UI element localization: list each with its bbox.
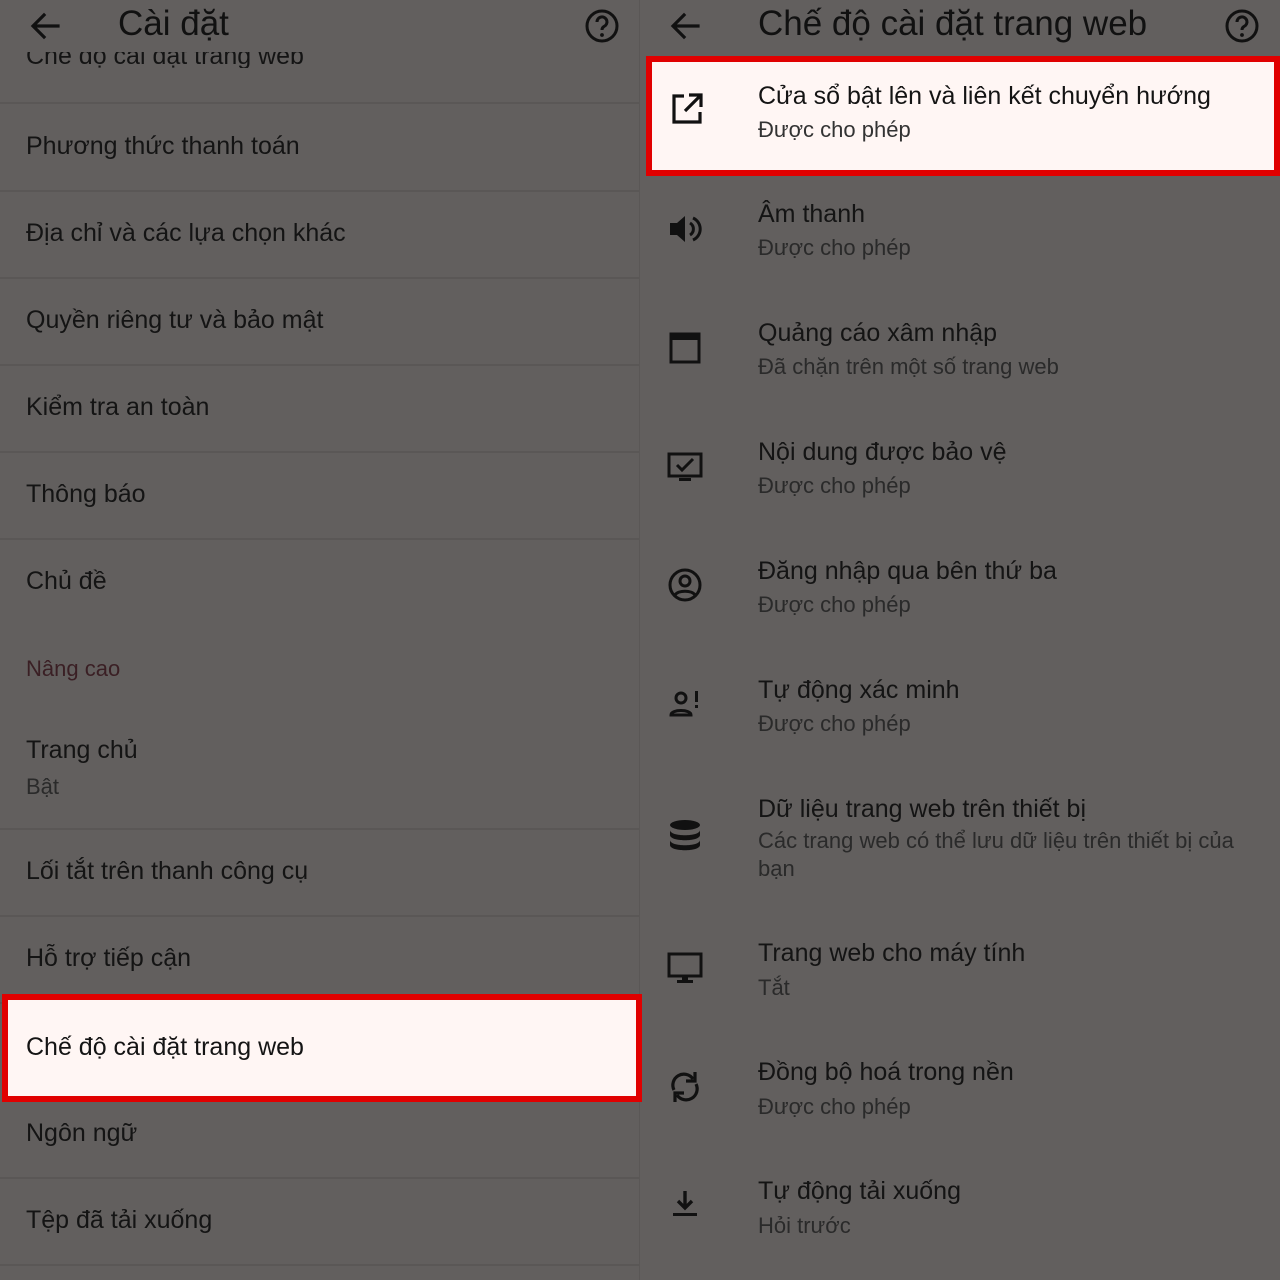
settings-item-payment[interactable]: Phương thức thanh toán (0, 105, 640, 192)
item-label: Phương thức thanh toán (26, 132, 300, 160)
site-setting-sound[interactable]: Âm thanh Được cho phép (640, 172, 1280, 290)
site-settings-toolbar: Chế độ cài đặt trang web (640, 0, 1280, 52)
partial-list-item: Chế độ cài đặt trang web (26, 52, 304, 68)
site-setting-third-party-signin[interactable]: Đăng nhập qua bên thứ ba Được cho phép (640, 529, 1280, 647)
page-title: Cài đặt (118, 4, 229, 43)
desktop-icon (667, 952, 703, 983)
item-sublabel: Bật (26, 774, 60, 799)
item-label: Quyền riêng tư và bảo mật (26, 306, 324, 334)
popups-redirects-label: Cửa sổ bật lên và liên kết chuyển hướng (758, 82, 1211, 110)
site-setting-auto-verify[interactable]: Tự động xác minh Được cho phép (640, 648, 1280, 766)
help-icon[interactable] (582, 6, 622, 46)
open-in-new-icon (672, 93, 703, 124)
item-label: Tự động xác minh (758, 676, 960, 704)
site-setting-auto-download[interactable]: Tự động tải xuống Hỏi trước (640, 1151, 1280, 1269)
item-label: Âm thanh (758, 200, 866, 228)
item-label: Tự động tải xuống (758, 1177, 961, 1205)
item-label: Ngôn ngữ (26, 1119, 138, 1147)
item-sublabel: Được cho phép (758, 473, 911, 498)
item-sublabel: Được cho phép (758, 711, 911, 736)
back-arrow-icon[interactable] (666, 8, 706, 44)
download-icon (673, 1191, 697, 1216)
page-title: Chế độ cài đặt trang web (758, 4, 1148, 43)
site-setting-intrusive-ads[interactable]: Quảng cáo xâm nhập Đã chặn trên một số t… (640, 291, 1280, 409)
site-setting-site-data[interactable]: Dữ liệu trang web trên thiết bị Các tran… (640, 767, 1280, 913)
item-label: Dữ liệu trang web trên thiết bị (758, 795, 1087, 823)
site-setting-desktop-site[interactable]: Trang web cho máy tính Tắt (640, 913, 1280, 1031)
settings-item-theme[interactable]: Chủ đề (0, 540, 640, 627)
settings-item-privacy[interactable]: Quyền riêng tư và bảo mật (0, 279, 640, 366)
settings-item-accessibility[interactable]: Hỗ trợ tiếp cận (0, 917, 640, 1004)
item-sublabel: Đã chặn trên một số trang web (758, 354, 1059, 379)
settings-item-site-settings-label: Chế độ cài đặt trang web (26, 1033, 304, 1061)
help-icon[interactable] (1222, 6, 1262, 46)
item-sublabel: Tắt (758, 975, 790, 1000)
popups-redirects-sublabel: Được cho phép (758, 117, 911, 142)
settings-toolbar: Cài đặt (0, 0, 640, 52)
item-sublabel: Hỏi trước (758, 1213, 851, 1238)
item-label: Đăng nhập qua bên thứ ba (758, 557, 1057, 585)
item-label: Kiểm tra an toàn (26, 393, 210, 421)
settings-item-notifications[interactable]: Thông báo (0, 453, 640, 540)
settings-item-homepage[interactable]: Trang chủ Bật (0, 712, 640, 830)
item-sublabel: Được cho phép (758, 592, 911, 617)
database-icon (670, 820, 700, 851)
window-icon (669, 332, 701, 364)
highlight-popups-item[interactable] (646, 56, 1280, 176)
item-label: Đồng bộ hoá trong nền (758, 1058, 1014, 1086)
person-alert-icon (669, 691, 698, 717)
back-arrow-icon[interactable] (26, 8, 66, 44)
volume-icon (670, 216, 702, 242)
item-label: Trang chủ (26, 736, 138, 764)
item-label: Trang web cho máy tính (758, 939, 1026, 967)
settings-item-toolbar-shortcut[interactable]: Lối tắt trên thanh công cụ (0, 830, 640, 917)
account-circle-icon (668, 568, 702, 602)
item-label: Nội dung được bảo vệ (758, 438, 1007, 466)
section-header-advanced: Nâng cao (26, 656, 121, 681)
item-sublabel: Được cho phép (758, 235, 911, 260)
settings-item-languages[interactable]: Ngôn ngữ (0, 1092, 640, 1179)
item-label: Địa chỉ và các lựa chọn khác (26, 219, 346, 247)
sync-icon (671, 1072, 699, 1102)
settings-item-safety-check[interactable]: Kiểm tra an toàn (0, 366, 640, 453)
site-settings-panel: Chế độ cài đặt trang web Âm thanh Được c… (640, 0, 1280, 1280)
item-label: Lối tắt trên thanh công cụ (26, 857, 309, 885)
item-label: Tệp đã tải xuống (26, 1206, 213, 1234)
item-sublabel: Các trang web có thể lưu dữ liệu trên th… (758, 828, 1234, 881)
item-label: Thông báo (26, 480, 146, 508)
protected-content-icon (667, 452, 703, 481)
item-sublabel: Được cho phép (758, 1094, 911, 1119)
site-setting-protected-content[interactable]: Nội dung được bảo vệ Được cho phép (640, 410, 1280, 528)
item-label: Chủ đề (26, 567, 107, 595)
item-label: Quảng cáo xâm nhập (758, 319, 998, 347)
settings-item-downloads[interactable]: Tệp đã tải xuống (0, 1179, 640, 1266)
settings-item-addresses[interactable]: Địa chỉ và các lựa chọn khác (0, 192, 640, 279)
item-label: Hỗ trợ tiếp cận (26, 944, 192, 972)
divider (0, 102, 640, 104)
site-setting-background-sync[interactable]: Đồng bộ hoá trong nền Được cho phép (640, 1032, 1280, 1150)
